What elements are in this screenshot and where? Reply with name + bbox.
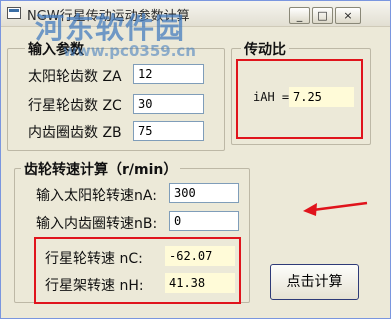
ratio-group-title: 传动比 [241,39,289,59]
planet-gear-teeth-input[interactable]: 30 [133,94,204,114]
sun-speed-input[interactable]: 300 [169,183,239,203]
maximize-button[interactable]: □ [312,7,333,24]
sun-gear-teeth-input[interactable]: 12 [133,64,204,84]
minimize-button[interactable]: _ [289,7,310,24]
sun-gear-teeth-label: 太阳轮齿数 ZA [28,69,122,85]
ring-speed-input-label: 输入内齿圈转速nB: [36,216,158,232]
ratio-value: 7.25 [289,87,354,107]
ring-gear-teeth-input[interactable]: 75 [133,121,204,141]
calculate-button[interactable]: 点击计算 [270,264,359,300]
carrier-speed-label: 行星架转速 nH: [45,278,144,294]
carrier-speed-value: 41.38 [165,273,235,293]
ring-gear-teeth-label: 内齿圈齿数 ZB [28,125,122,141]
ratio-label: iAH = [253,90,290,104]
watermark-url: www.pc0359.cn [63,42,196,60]
sun-speed-input-label: 输入太阳轮转速nA: [36,188,157,204]
app-window: NGW行星传动运动参数计算 _ □ × 输入参数 太阳轮齿数 ZA 12 行星轮… [0,0,391,319]
app-icon [7,7,21,19]
planet-speed-label: 行星轮转速 nC: [45,251,143,267]
planet-speed-value: -62.07 [165,246,235,266]
speed-calc-title: 齿轮转速计算（r/min） [21,159,181,179]
ring-speed-input[interactable]: 0 [169,211,239,231]
watermark-logo: 河东软件园 [35,11,186,45]
arrow-annotation-icon [303,201,368,216]
planet-gear-teeth-label: 行星轮齿数 ZC [28,98,122,114]
close-button[interactable]: × [335,7,361,24]
